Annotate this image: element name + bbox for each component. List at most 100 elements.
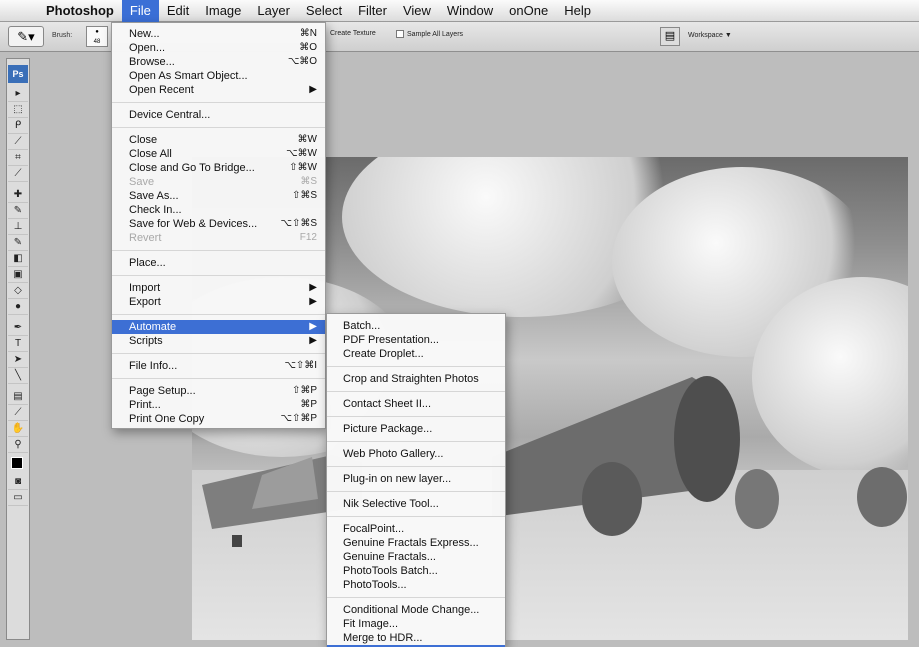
healing-brush-tool-preset-picker[interactable]: ✎▾ xyxy=(8,26,44,47)
automate-item-genuine-fractals[interactable]: Genuine Fractals... xyxy=(327,550,505,564)
automate-item-batch[interactable]: Batch... xyxy=(327,319,505,333)
line-tool-icon[interactable]: ╲ xyxy=(8,368,28,384)
menu-separator xyxy=(327,416,505,417)
menu-item-label: Nik Selective Tool... xyxy=(343,498,439,510)
menu-item-shortcut: ⌥⌘W xyxy=(286,148,317,159)
brush-picker[interactable]: ● 48 xyxy=(86,26,108,47)
menu-item-label: Fit Image... xyxy=(343,618,399,630)
automate-item-genuine-fractals-express[interactable]: Genuine Fractals Express... xyxy=(327,536,505,550)
automate-item-pdf-presentation[interactable]: PDF Presentation... xyxy=(327,333,505,347)
menu-item-shortcut: ⌥⇧⌘I xyxy=(284,360,317,371)
menu-file[interactable]: File xyxy=(121,0,159,22)
automate-item-focalpoint[interactable]: FocalPoint... xyxy=(327,522,505,536)
brush-tool-icon[interactable]: ✎ xyxy=(8,203,28,219)
menu-item-shortcut: ⌘W xyxy=(297,134,317,145)
menu-select[interactable]: Select xyxy=(298,0,350,22)
file-menu-item-close[interactable]: Close ⌘W xyxy=(112,133,325,147)
automate-item-create-droplet[interactable]: Create Droplet... xyxy=(327,347,505,361)
workspace-menu[interactable]: Workspace ▼ xyxy=(688,32,732,39)
file-menu-item-open-as-smart-object[interactable]: Open As Smart Object... xyxy=(112,69,325,83)
menu-view[interactable]: View xyxy=(395,0,439,22)
file-menu-item-device-central[interactable]: Device Central... xyxy=(112,108,325,122)
menu-onone[interactable]: onOne xyxy=(501,0,556,22)
menu-item-label: Import xyxy=(129,282,161,294)
dodge-tool-icon[interactable]: ● xyxy=(8,299,28,315)
file-menu-item-page-setup[interactable]: Page Setup... ⇧⌘P xyxy=(112,384,325,398)
menu-item-label: Picture Package... xyxy=(343,423,433,435)
file-menu-item-browse[interactable]: Browse... ⌥⌘O xyxy=(112,55,325,69)
sample-all-layers-checkbox[interactable]: Sample All Layers xyxy=(396,30,463,38)
hand-tool-icon[interactable]: ✋ xyxy=(8,421,28,437)
file-menu-item-import[interactable]: Import ▶ xyxy=(112,281,325,295)
eraser-tool-icon[interactable]: ◧ xyxy=(8,251,28,267)
menu-image[interactable]: Image xyxy=(197,0,249,22)
automate-item-nik-selective-tool[interactable]: Nik Selective Tool... xyxy=(327,497,505,511)
file-menu-item-close-all[interactable]: Close All ⌥⌘W xyxy=(112,147,325,161)
menu-item-shortcut: ⌘O xyxy=(299,42,317,53)
slice-tool-icon[interactable]: ⟋ xyxy=(8,166,28,182)
palette-well-icon[interactable]: ▤ xyxy=(660,27,680,46)
file-menu-item-file-info[interactable]: File Info... ⌥⇧⌘I xyxy=(112,359,325,373)
automate-item-phototools-batch[interactable]: PhotoTools Batch... xyxy=(327,564,505,578)
file-menu-item-print-one-copy[interactable]: Print One Copy ⌥⇧⌘P xyxy=(112,412,325,426)
gradient-tool-icon[interactable]: ▣ xyxy=(8,267,28,283)
menu-app-photoshop[interactable]: Photoshop xyxy=(38,0,122,22)
automate-item-picture-package[interactable]: Picture Package... xyxy=(327,422,505,436)
file-menu-item-save-for-web-devices[interactable]: Save for Web & Devices... ⌥⇧⌘S xyxy=(112,217,325,231)
menu-separator xyxy=(112,275,325,276)
file-menu-item-print[interactable]: Print... ⌘P xyxy=(112,398,325,412)
file-menu-item-close-and-go-to-bridge[interactable]: Close and Go To Bridge... ⇧⌘W xyxy=(112,161,325,175)
menu-separator xyxy=(327,441,505,442)
eyedropper-tool-icon[interactable]: ⟋ xyxy=(8,405,28,421)
lasso-tool-icon[interactable]: ᑭ xyxy=(8,118,28,134)
menubar: Photoshop File Edit Image Layer Select F… xyxy=(0,0,919,22)
magic-wand-tool-icon[interactable]: ⟋ xyxy=(8,134,28,150)
crop-tool-icon[interactable]: ⌗ xyxy=(8,150,28,166)
menu-separator xyxy=(112,102,325,103)
file-menu-item-scripts[interactable]: Scripts ▶ xyxy=(112,334,325,348)
automate-item-plug-in-on-new-layer[interactable]: Plug-in on new layer... xyxy=(327,472,505,486)
clone-stamp-tool-icon[interactable]: ⊥ xyxy=(8,219,28,235)
menu-help[interactable]: Help xyxy=(556,0,599,22)
automate-item-fit-image[interactable]: Fit Image... xyxy=(327,617,505,631)
screen-mode-icon[interactable]: ▭ xyxy=(8,490,28,506)
path-selection-tool-icon[interactable]: ➤ xyxy=(8,352,28,368)
create-texture-option[interactable]: Create Texture xyxy=(330,30,376,37)
notes-tool-icon[interactable]: ▤ xyxy=(8,389,28,405)
ps-logo[interactable]: Ps xyxy=(8,65,28,83)
healing-brush-tool-icon[interactable]: ✚ xyxy=(8,187,28,203)
automate-item-web-photo-gallery[interactable]: Web Photo Gallery... xyxy=(327,447,505,461)
pen-tool-icon[interactable]: ✒ xyxy=(8,320,28,336)
menu-layer[interactable]: Layer xyxy=(249,0,298,22)
automate-item-phototools[interactable]: PhotoTools... xyxy=(327,578,505,592)
file-menu-item-open-recent[interactable]: Open Recent ▶ xyxy=(112,83,325,97)
menu-separator xyxy=(327,597,505,598)
file-menu-item-place[interactable]: Place... xyxy=(112,256,325,270)
foreground-color-swatch[interactable] xyxy=(11,457,23,469)
menu-item-shortcut: ⇧⌘S xyxy=(291,190,317,201)
automate-item-contact-sheet-ii[interactable]: Contact Sheet II... xyxy=(327,397,505,411)
file-menu-item-export[interactable]: Export ▶ xyxy=(112,295,325,309)
file-menu-item-new[interactable]: New... ⌘N xyxy=(112,27,325,41)
menu-item-label: Create Droplet... xyxy=(343,348,424,360)
file-menu-item-automate[interactable]: Automate ▶ xyxy=(112,320,325,334)
blur-tool-icon[interactable]: ◇ xyxy=(8,283,28,299)
automate-item-conditional-mode-change[interactable]: Conditional Mode Change... xyxy=(327,603,505,617)
zoom-tool-icon[interactable]: ⚲ xyxy=(8,437,28,453)
file-menu-item-check-in[interactable]: Check In... xyxy=(112,203,325,217)
automate-item-crop-and-straighten-photos[interactable]: Crop and Straighten Photos xyxy=(327,372,505,386)
menu-filter[interactable]: Filter xyxy=(350,0,395,22)
move-tool-icon[interactable]: ▸ xyxy=(8,86,28,102)
history-brush-tool-icon[interactable]: ✎ xyxy=(8,235,28,251)
menu-window[interactable]: Window xyxy=(439,0,501,22)
menu-separator xyxy=(327,466,505,467)
file-menu-item-save-as[interactable]: Save As... ⇧⌘S xyxy=(112,189,325,203)
automate-item-merge-to-hdr[interactable]: Merge to HDR... xyxy=(327,631,505,645)
menu-item-label: Close All xyxy=(129,148,172,160)
file-menu-item-open[interactable]: Open... ⌘O xyxy=(112,41,325,55)
quick-mask-icon[interactable]: ◙ xyxy=(8,474,28,490)
menu-item-label: Merge to HDR... xyxy=(343,632,423,644)
menu-edit[interactable]: Edit xyxy=(159,0,197,22)
marquee-tool-icon[interactable]: ⬚ xyxy=(8,102,28,118)
type-tool-icon[interactable]: T xyxy=(8,336,28,352)
